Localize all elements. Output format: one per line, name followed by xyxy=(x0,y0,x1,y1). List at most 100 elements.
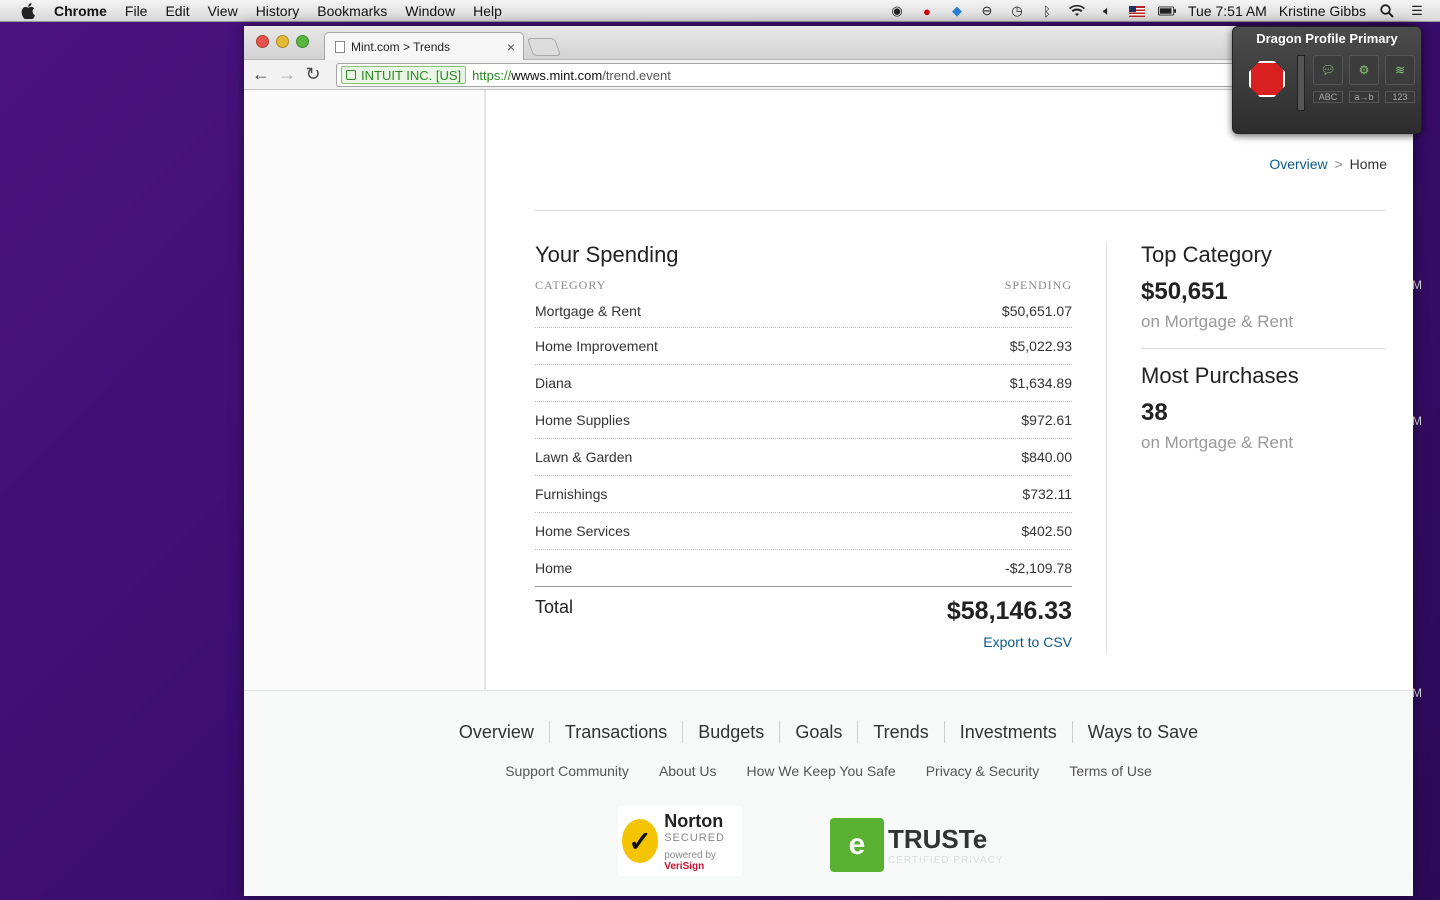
close-tab-icon[interactable]: × xyxy=(507,39,515,55)
dragon-mode-tools: 💬︎ ⚙ ≋ xyxy=(1313,55,1415,85)
zoom-window-button[interactable] xyxy=(296,35,309,48)
sleep-mode-icon[interactable]: ≋ xyxy=(1385,55,1415,85)
table-row[interactable]: Furnishings $732.11 xyxy=(535,476,1072,513)
truste-badge[interactable]: e TRUSTe CERTIFIED PRIVACY xyxy=(830,817,1004,873)
norton-secured-badge[interactable]: ✓ Norton SECURED powered by VeriSign xyxy=(618,806,742,876)
column-header-spending[interactable]: SPENDING xyxy=(1005,278,1072,293)
dragon-status-icon[interactable]: ◉ xyxy=(888,3,906,19)
table-row[interactable]: Home -$2,109.78 xyxy=(535,550,1072,587)
browser-window: Mint.com > Trends × ← → ↻ INTUIT INC. [U… xyxy=(244,26,1416,896)
top-category-title: Top Category xyxy=(1141,242,1272,267)
footer-nav-ways-to-save[interactable]: Ways to Save xyxy=(1071,721,1213,743)
ev-certificate-badge[interactable]: INTUIT INC. [US] xyxy=(341,66,467,84)
window-controls xyxy=(256,35,309,48)
battery-icon[interactable] xyxy=(1157,3,1176,19)
microphone-stop-icon[interactable] xyxy=(1249,61,1285,97)
footer-link-about[interactable]: About Us xyxy=(659,763,717,779)
row-category[interactable]: Home Improvement xyxy=(535,338,658,354)
flag-us-icon[interactable] xyxy=(1128,3,1146,19)
truste-sub: CERTIFIED PRIVACY xyxy=(888,855,1004,866)
url-host: wwws.mint.com xyxy=(511,67,603,83)
time-machine-icon[interactable]: ◷ xyxy=(1008,3,1026,19)
apple-icon[interactable] xyxy=(18,1,38,21)
lock-icon xyxy=(346,70,356,80)
export-csv-link[interactable]: Export to CSV xyxy=(983,634,1072,650)
row-amount: $840.00 xyxy=(1021,449,1072,465)
top-category-value: $50,651 xyxy=(1141,278,1228,305)
footer-link-safety[interactable]: How We Keep You Safe xyxy=(747,763,896,779)
dictation-mode-icon[interactable]: 💬︎ xyxy=(1313,55,1343,85)
wifi-icon[interactable] xyxy=(1068,3,1086,19)
do-not-disturb-icon[interactable]: ⊖ xyxy=(978,3,996,19)
footer-nav-budgets[interactable]: Budgets xyxy=(682,721,779,743)
page-viewport: Overview > Home Your Spending CATEGORY S… xyxy=(244,90,1413,896)
user-menu[interactable]: Kristine Gibbs xyxy=(1279,3,1366,19)
norton-name: Norton xyxy=(664,810,724,831)
mode-label-spelling[interactable]: a→b xyxy=(1349,91,1379,103)
mode-label-numbers[interactable]: 123 xyxy=(1385,91,1415,103)
footer-link-terms[interactable]: Terms of Use xyxy=(1069,763,1151,779)
footer-link-support[interactable]: Support Community xyxy=(505,763,629,779)
menu-bookmarks[interactable]: Bookmarks xyxy=(317,3,387,19)
footer-link-privacy[interactable]: Privacy & Security xyxy=(926,763,1040,779)
desktop-label-fragment: M xyxy=(1412,278,1422,292)
bluetooth-icon[interactable]: ᛒ xyxy=(1038,3,1056,19)
recording-icon[interactable]: ● xyxy=(918,3,936,19)
footer-nav-goals[interactable]: Goals xyxy=(779,721,857,743)
menu-help[interactable]: Help xyxy=(473,3,502,19)
row-category[interactable]: Diana xyxy=(535,375,572,391)
table-row[interactable]: Diana $1,634.89 xyxy=(535,365,1072,402)
clock[interactable]: Tue 7:51 AM xyxy=(1188,3,1267,19)
menu-app-chrome[interactable]: Chrome xyxy=(54,3,107,19)
minimize-window-button[interactable] xyxy=(276,35,289,48)
volume-icon[interactable]: 🔈︎ xyxy=(1098,3,1116,19)
footer-nav: Overview Transactions Budgets Goals Tren… xyxy=(244,721,1413,743)
reload-icon[interactable]: ↻ xyxy=(300,62,326,88)
footer-nav-transactions[interactable]: Transactions xyxy=(548,721,682,743)
left-sidebar xyxy=(244,90,486,690)
table-row[interactable]: Home Improvement $5,022.93 xyxy=(535,328,1072,365)
forward-arrow-icon[interactable]: → xyxy=(274,62,300,88)
table-row[interactable]: Home Services $402.50 xyxy=(535,513,1072,550)
menu-history[interactable]: History xyxy=(256,3,300,19)
divider xyxy=(535,210,1385,211)
menu-window[interactable]: Window xyxy=(405,3,455,19)
row-category[interactable]: Home xyxy=(535,560,572,576)
new-tab-button[interactable] xyxy=(526,38,562,56)
row-category[interactable]: Mortgage & Rent xyxy=(535,303,641,319)
table-row[interactable]: Home Supplies $972.61 xyxy=(535,402,1072,439)
tab-mint-trends[interactable]: Mint.com > Trends × xyxy=(324,32,524,60)
menu-edit[interactable]: Edit xyxy=(165,3,189,19)
row-category[interactable]: Lawn & Garden xyxy=(535,449,632,465)
dropbox-icon[interactable]: ◆ xyxy=(948,3,966,19)
row-category[interactable]: Home Supplies xyxy=(535,412,630,428)
checkmark-icon: ✓ xyxy=(622,819,659,863)
top-category-block: Top Category $50,651 on Mortgage & Rent xyxy=(1141,242,1385,348)
footer-nav-investments[interactable]: Investments xyxy=(943,721,1072,743)
menu-file[interactable]: File xyxy=(125,3,148,19)
row-category[interactable]: Home Services xyxy=(535,523,630,539)
footer-links: Support Community About Us How We Keep Y… xyxy=(244,763,1413,779)
breadcrumb-overview-link[interactable]: Overview xyxy=(1269,156,1327,172)
row-category[interactable]: Furnishings xyxy=(535,486,607,502)
command-mode-icon[interactable]: ⚙ xyxy=(1349,55,1379,85)
footer-nav-trends[interactable]: Trends xyxy=(857,721,943,743)
column-header-category[interactable]: CATEGORY xyxy=(535,278,606,293)
close-window-button[interactable] xyxy=(256,35,269,48)
mode-label-dictation[interactable]: ABC xyxy=(1313,91,1343,103)
spending-rows: Mortgage & Rent $50,651.07 Home Improveme… xyxy=(535,299,1072,587)
footer-nav-overview[interactable]: Overview xyxy=(444,721,549,743)
spotlight-search-icon[interactable] xyxy=(1378,3,1396,19)
most-purchases-block: Most Purchases 38 on Mortgage & Rent xyxy=(1141,348,1385,469)
table-row[interactable]: Mortgage & Rent $50,651.07 xyxy=(535,299,1072,328)
menu-view[interactable]: View xyxy=(208,3,238,19)
volume-meter xyxy=(1297,55,1305,111)
back-arrow-icon[interactable]: ← xyxy=(248,62,274,88)
desktop-label-fragment: M xyxy=(1412,686,1422,700)
truste-name: TRUSTe xyxy=(888,824,988,854)
row-amount: -$2,109.78 xyxy=(1005,560,1072,576)
notification-center-icon[interactable]: ☰ xyxy=(1408,3,1426,19)
table-row[interactable]: Lawn & Garden $840.00 xyxy=(535,439,1072,476)
dragon-panel-title[interactable]: Dragon Profile Primary xyxy=(1233,27,1421,46)
spending-title: Your Spending xyxy=(535,242,679,267)
